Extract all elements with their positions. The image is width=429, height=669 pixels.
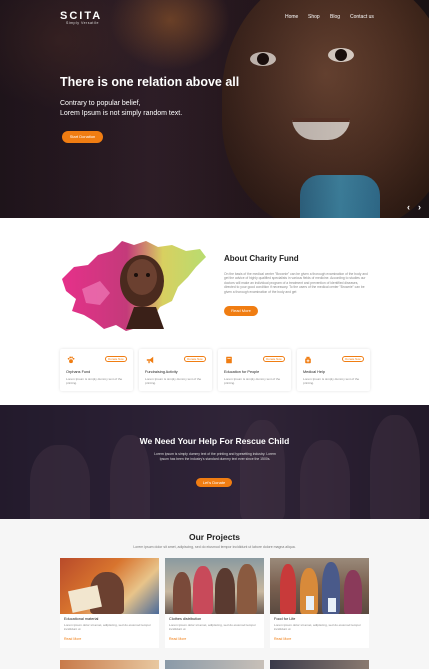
hero-banner [0,0,429,218]
project-desc: Lorem ipsum dolor sit amet, adipiscing, … [64,623,151,631]
rescue-desc: Lorem Ipsum is simply dummy text of the … [154,452,276,461]
project-photo-food [270,558,369,614]
feature-card-education: Donate Now Education for People Lorem Ip… [218,349,291,391]
book-icon [226,356,232,364]
paw-icon [67,356,75,364]
feature-card-medical: Donate Now Medical Help Lorem Ipsum is s… [297,349,370,391]
feature-desc: Lorem Ipsum is simply dummy text of the … [66,377,123,385]
donate-now-button[interactable]: Donate Now [342,356,364,362]
chevron-right-icon[interactable]: › [418,202,421,212]
project-photo-education [60,558,159,614]
medical-icon [305,356,311,364]
lets-donate-button[interactable]: Let's Donate [196,478,232,487]
feature-card-fundraising: Donate Now Fundraising Activity Lorem Ip… [139,349,212,391]
world-map-photo [62,241,206,331]
project-title: Clothes distribution [169,617,202,621]
donate-now-button[interactable]: Donate Now [263,356,285,362]
project-card-education: Educational material Lorem ipsum dolor s… [60,558,159,648]
nav-item-shop[interactable]: Shop [308,14,320,20]
chevron-left-icon[interactable]: ‹ [407,202,410,212]
nav-item-home[interactable]: Home [285,14,298,20]
start-donation-button[interactable]: Start Donation [62,131,103,143]
read-more-button[interactable]: Read More [224,306,258,316]
hero-subtitle-line1: Contrary to popular belief, [60,100,141,107]
about-text: On the basis of the medical center "Brow… [224,272,368,294]
nav-item-blog[interactable]: Blog [330,14,340,20]
project-card-next-row [60,660,159,669]
about-title: About Charity Fund [224,254,299,263]
top-navbar: SCITA Simply Versatile Home Shop Blog Co… [0,0,429,30]
project-read-more-link[interactable]: Read More [64,637,81,641]
rescue-banner [0,405,429,519]
project-card-next-row [270,660,369,669]
projects-subtitle: Lorem ipsum dolor sit amet, adipiscing, … [133,545,296,549]
hero-title: There is one relation above all [60,75,240,89]
project-card-clothes: Clothes distribution Lorem ipsum dolor s… [165,558,264,648]
feature-desc: Lorem Ipsum is simply dummy text of the … [145,377,202,385]
project-photo-clothes [165,558,264,614]
megaphone-icon [146,356,154,364]
project-read-more-link[interactable]: Read More [274,637,291,641]
project-desc: Lorem ipsum dolor sit amet, adipiscing, … [169,623,256,631]
donate-now-button[interactable]: Donate Now [105,356,127,362]
rescue-overlay [0,405,429,519]
rescue-title: We Need Your Help For Rescue Child [139,436,290,446]
project-title: Food for Life [274,617,296,621]
brand-tagline: Simply Versatile [66,21,99,25]
feature-title: Orphans Fund [66,370,91,374]
projects-title: Our Projects [188,532,241,542]
hero-subtitle-line2: Lorem Ipsum is not simply random text. [60,110,183,117]
feature-desc: Lorem Ipsum is simply dummy text of the … [224,377,281,385]
project-card-food: Food for Life Lorem ipsum dolor sit amet… [270,558,369,648]
project-card-next-row [165,660,264,669]
feature-desc: Lorem Ipsum is simply dummy text of the … [303,377,360,385]
feature-title: Fundraising Activity [145,370,178,374]
project-desc: Lorem ipsum dolor sit amet, adipiscing, … [274,623,361,631]
feature-card-orphans: Donate Now Orphans Fund Lorem Ipsum is s… [60,349,133,391]
feature-title: Education for People [224,370,260,374]
donate-now-button[interactable]: Donate Now [184,356,206,362]
project-read-more-link[interactable]: Read More [169,637,186,641]
nav-item-contact[interactable]: Contact us [350,14,374,20]
project-title: Educational material [64,617,99,621]
feature-title: Medical Help [303,370,325,374]
hero-shade [0,0,429,218]
